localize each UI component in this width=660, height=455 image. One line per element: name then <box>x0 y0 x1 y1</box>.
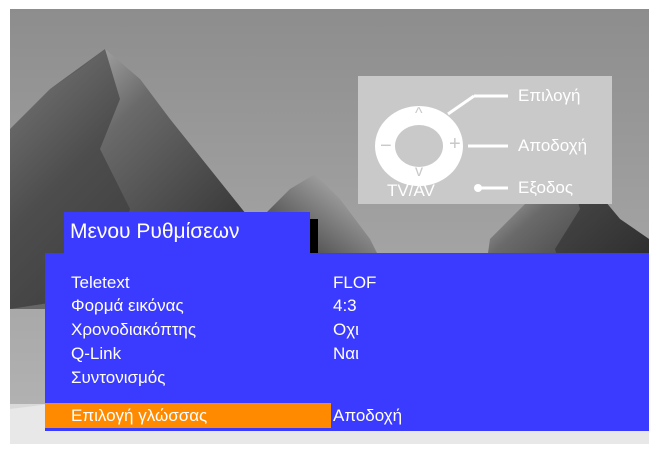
select-hint-label: Επιλογή <box>518 86 581 105</box>
accept-hint-label: Αποδοχή <box>518 136 588 155</box>
menu-item-timer[interactable]: Χρονοδιακόπτης Οχι <box>45 318 649 342</box>
menu-item-language-select[interactable]: Επιλογή γλώσσας Αποδοχή <box>45 403 649 428</box>
minus-icon: − <box>380 135 392 157</box>
menu-item-label: Επιλογή γλώσσας <box>71 406 208 425</box>
tvav-label: TV/AV <box>387 181 435 200</box>
menu-item-label: Φορμά εικόνας <box>71 296 184 315</box>
menu-item-value: Ναι <box>333 344 359 363</box>
up-arrow-icon: ^ <box>415 105 423 122</box>
remote-hint-box: ^ v − + Επιλογή Αποδοχή Εξοδος TV/AV <box>358 76 612 204</box>
plus-icon: + <box>449 133 461 155</box>
menu-item-teletext[interactable]: Teletext FLOF <box>45 271 649 295</box>
tv-screen: ^ v − + Επιλογή Αποδοχή Εξοδος TV/AV Μεν… <box>0 0 660 455</box>
menu-item-label: Q-Link <box>71 344 122 363</box>
menu-item-tuning[interactable]: Συντονισμός <box>45 366 649 390</box>
menu-item-value: FLOF <box>333 273 377 292</box>
menu-item-q-link[interactable]: Q-Link Ναι <box>45 342 649 366</box>
menu-item-value: 4:3 <box>333 296 357 315</box>
menu-item-label: Χρονοδιακόπτης <box>71 320 197 339</box>
exit-hint-label: Εξοδος <box>518 178 574 197</box>
menu-item-value: Οχι <box>333 320 359 339</box>
menu-item-value: Αποδοχή <box>333 406 403 425</box>
menu-item-picture-format[interactable]: Φορμά εικόνας 4:3 <box>45 294 649 318</box>
menu-item-label: Teletext <box>71 273 130 292</box>
menu-title: Μενου Ρυθμίσεων <box>64 212 310 258</box>
down-arrow-icon: v <box>415 163 423 180</box>
menu-item-label: Συντονισμός <box>71 368 166 387</box>
